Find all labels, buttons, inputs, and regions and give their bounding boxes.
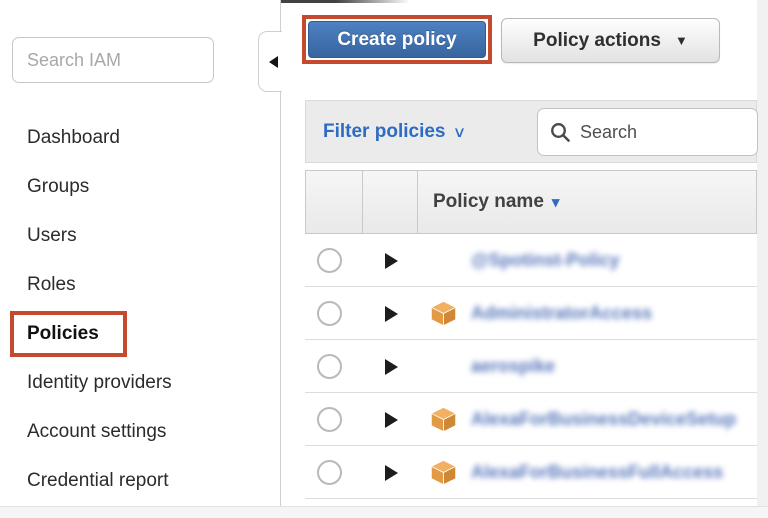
table-header-expand-column <box>363 171 418 233</box>
annotation-box-policies <box>10 311 127 357</box>
expand-row-icon[interactable] <box>385 306 398 322</box>
policy-search-input[interactable] <box>580 122 757 143</box>
filter-policies-label: Filter policies <box>323 121 445 143</box>
sidebar-item-credential-report[interactable]: Credential report <box>0 456 280 505</box>
row-radio-button[interactable] <box>317 354 342 379</box>
policy-name-link[interactable]: aerospike <box>471 340 555 393</box>
expand-row-icon[interactable] <box>385 253 398 269</box>
table-header: Policy name ▾ <box>305 170 757 234</box>
sort-caret-icon: ▾ <box>552 193 560 211</box>
expand-row-icon[interactable] <box>385 412 398 428</box>
search-icon <box>550 122 571 143</box>
sidebar-collapse-button[interactable] <box>258 31 282 92</box>
policy-table-body: @Spotinst-Policy AdministratorAccess aer… <box>305 234 757 499</box>
policy-actions-label: Policy actions <box>533 30 661 52</box>
aws-managed-policy-icon <box>430 300 457 327</box>
table-row: AlexaForBusinessFullAccess <box>305 446 757 499</box>
sidebar-item-roles[interactable]: Roles <box>0 260 280 309</box>
sidebar-nav: Dashboard Groups Users Roles Policies Id… <box>0 113 280 505</box>
collapse-sidebar-icon <box>269 56 278 68</box>
table-row: AlexaForBusinessDeviceSetup <box>305 393 757 446</box>
table-row: AdministratorAccess <box>305 287 757 340</box>
aws-managed-policy-icon <box>430 406 457 433</box>
aws-managed-policy-icon <box>430 459 457 486</box>
sidebar-item-users[interactable]: Users <box>0 211 280 260</box>
row-radio-button[interactable] <box>317 407 342 432</box>
table-row: aerospike <box>305 340 757 393</box>
dropdown-caret-icon: ▼ <box>675 33 688 48</box>
sidebar-item-groups[interactable]: Groups <box>0 162 280 211</box>
page-bottom-band <box>0 506 768 518</box>
policy-name-link[interactable]: AlexaForBusinessFullAccess <box>471 446 723 499</box>
row-radio-button[interactable] <box>317 301 342 326</box>
table-header-select-column <box>306 171 363 233</box>
annotation-box-create-policy: Create policy <box>302 15 492 64</box>
table-row: @Spotinst-Policy <box>305 234 757 287</box>
sidebar: Dashboard Groups Users Roles Policies Id… <box>0 0 280 506</box>
sidebar-item-dashboard[interactable]: Dashboard <box>0 113 280 162</box>
row-radio-button[interactable] <box>317 460 342 485</box>
sidebar-item-identity-providers[interactable]: Identity providers <box>0 358 280 407</box>
policy-actions-button[interactable]: Policy actions ▼ <box>501 18 720 63</box>
row-radio-button[interactable] <box>317 248 342 273</box>
policy-search-box[interactable] <box>537 108 758 156</box>
policy-name-link[interactable]: @Spotinst-Policy <box>471 234 620 287</box>
create-policy-button[interactable]: Create policy <box>308 21 486 58</box>
filter-policies-dropdown[interactable]: Filter policies ∨ <box>323 101 465 162</box>
filter-bar: Filter policies ∨ <box>305 100 757 163</box>
column-header-policy-name[interactable]: Policy name ▾ <box>418 171 756 233</box>
iam-console-page: Dashboard Groups Users Roles Policies Id… <box>0 0 768 518</box>
expand-row-icon[interactable] <box>385 465 398 481</box>
chevron-down-icon: ∨ <box>453 123 467 141</box>
search-iam-input[interactable] <box>12 37 214 83</box>
expand-row-icon[interactable] <box>385 359 398 375</box>
policy-name-link[interactable]: AdministratorAccess <box>471 287 652 340</box>
sidebar-item-account-settings[interactable]: Account settings <box>0 407 280 456</box>
policy-name-column-label: Policy name <box>433 191 544 213</box>
policy-name-link[interactable]: AlexaForBusinessDeviceSetup <box>471 393 736 446</box>
main-content: Create policy Policy actions ▼ Filter po… <box>281 0 768 506</box>
